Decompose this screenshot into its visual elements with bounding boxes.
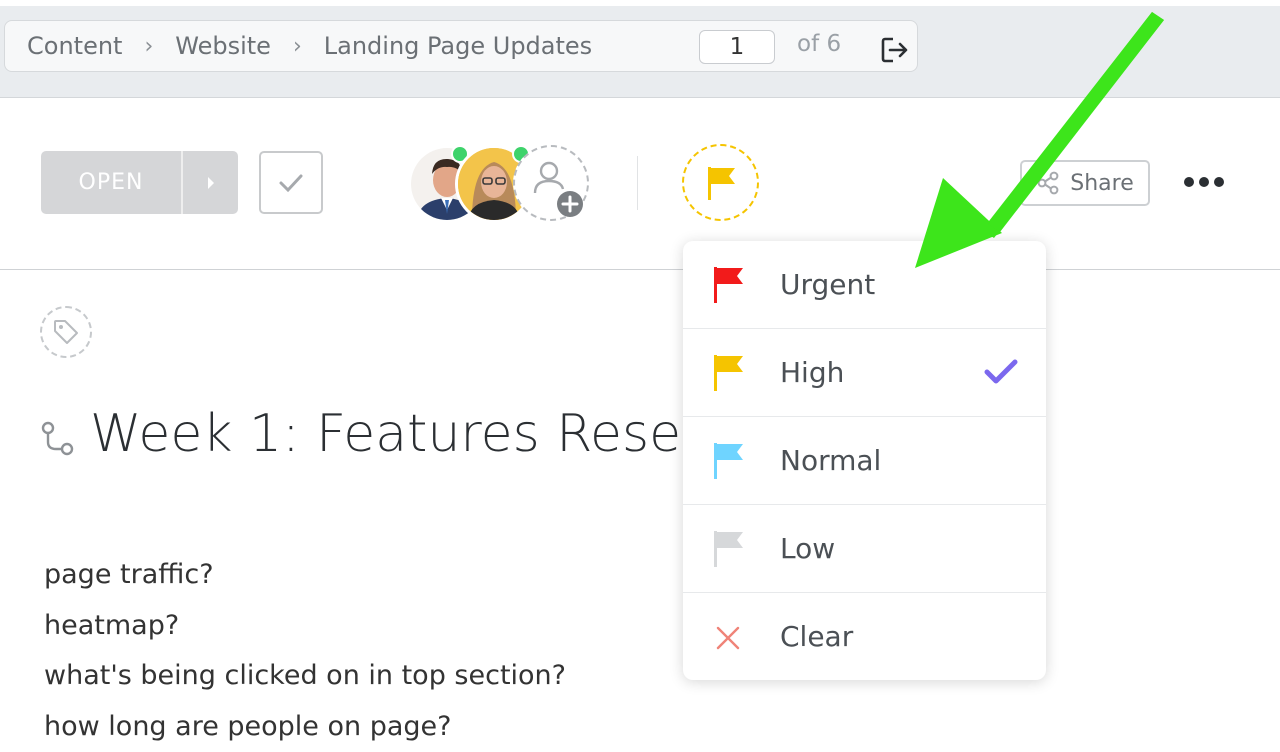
status-label: OPEN <box>41 151 181 214</box>
more-options-icon[interactable] <box>1180 168 1228 196</box>
description-line: how long are people on page? <box>44 702 566 752</box>
share-button[interactable]: Share <box>1020 160 1150 206</box>
complete-task-button[interactable] <box>259 151 323 214</box>
top-bar: Content › Website › Landing Page Updates… <box>0 6 1280 98</box>
check-icon <box>278 172 304 194</box>
share-icon <box>1036 171 1060 195</box>
flag-icon <box>713 353 745 393</box>
add-tag-button[interactable] <box>40 306 92 358</box>
priority-option-normal[interactable]: Normal <box>683 417 1046 504</box>
caret-right-icon <box>206 176 216 190</box>
add-assignee-button[interactable] <box>513 145 589 221</box>
breadcrumb-item-content[interactable]: Content <box>27 32 122 60</box>
add-user-icon <box>515 147 587 219</box>
breadcrumb: Content › Website › Landing Page Updates… <box>4 20 918 72</box>
exit-icon[interactable] <box>879 35 909 65</box>
description-line: heatmap? <box>44 601 566 652</box>
description-line: what's being clicked on in top section? <box>44 651 566 702</box>
option-label: High <box>780 356 844 389</box>
breadcrumb-item-website[interactable]: Website <box>175 32 271 60</box>
breadcrumb-separator: › <box>293 34 302 59</box>
subtask-icon <box>40 420 76 458</box>
description-line: page traffic? <box>44 550 566 601</box>
priority-option-urgent[interactable]: Urgent <box>683 241 1046 328</box>
option-label: Urgent <box>780 268 875 301</box>
flag-icon <box>705 164 737 202</box>
toolbar-divider <box>637 156 638 210</box>
tag-icon <box>51 317 81 347</box>
selected-check-icon <box>983 357 1019 387</box>
task-title[interactable]: Week 1: Features Resea <box>90 404 690 464</box>
x-icon <box>713 617 745 657</box>
priority-option-low[interactable]: Low <box>683 505 1046 592</box>
flag-icon <box>713 265 745 305</box>
task-description[interactable]: page traffic? heatmap? what's being clic… <box>44 550 566 752</box>
status-button[interactable]: OPEN <box>41 151 238 214</box>
priority-dropdown: Urgent High Normal Low Clear <box>683 241 1046 680</box>
priority-option-high[interactable]: High <box>683 329 1046 416</box>
priority-button[interactable] <box>682 144 759 221</box>
breadcrumb-item-landing-page-updates[interactable]: Landing Page Updates <box>324 32 592 60</box>
status-next-button[interactable] <box>183 151 238 214</box>
option-label: Low <box>780 532 835 565</box>
option-label: Clear <box>780 620 853 653</box>
toolbar-divider-line <box>0 269 1280 270</box>
share-label: Share <box>1070 171 1134 196</box>
flag-icon <box>713 529 745 569</box>
option-label: Normal <box>780 444 881 477</box>
breadcrumb-separator: › <box>144 34 153 59</box>
priority-option-clear[interactable]: Clear <box>683 593 1046 680</box>
page-number-input[interactable]: 1 <box>699 30 775 64</box>
page-total-label: of 6 <box>797 31 841 57</box>
flag-icon <box>713 441 745 481</box>
